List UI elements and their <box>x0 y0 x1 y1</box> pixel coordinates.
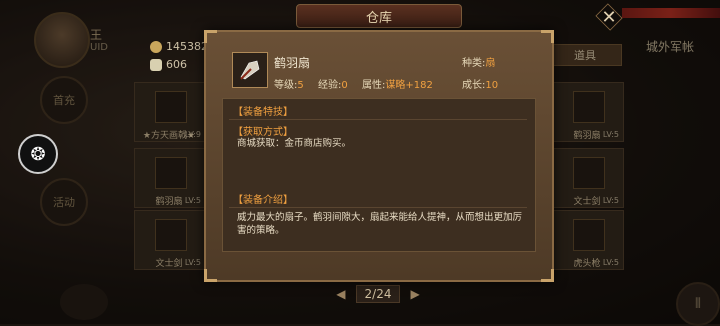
ingot-icon <box>150 58 162 71</box>
bottom-left-button[interactable] <box>60 284 108 320</box>
item-name: 鹤羽扇 <box>274 56 311 70</box>
item-growth: 成长:10 <box>462 80 499 91</box>
player-avatar[interactable] <box>34 12 90 68</box>
close-button[interactable]: ✕ <box>596 6 622 28</box>
close-icon: ✕ <box>601 6 617 28</box>
source-text: 商城获取：金币商店购买。 <box>237 138 352 149</box>
player-uid-label: UID <box>90 42 108 53</box>
frame-corner <box>204 30 217 43</box>
item-attribute: 属性:谋略+182 <box>362 80 433 91</box>
item-level: 等级:5 <box>274 80 304 91</box>
item-description-panel: 【装备特技】 【获取方式】 商城获取：金币商店购买。 【装备介绍】 威力最大的扇… <box>222 98 536 252</box>
item-exp: 经验:0 <box>318 80 348 91</box>
item-kind: 种类:扇 <box>462 58 496 69</box>
ingot-amount: 606 <box>166 58 187 71</box>
prev-page-icon[interactable]: ◀ <box>336 287 345 301</box>
menu-icon: ⦀ <box>694 296 702 312</box>
item-thumb-icon <box>573 219 605 251</box>
next-page-icon[interactable]: ▶ <box>410 287 419 301</box>
frame-corner <box>204 269 217 282</box>
activity-button[interactable]: 活动 <box>40 178 88 226</box>
frame-corner <box>541 30 554 43</box>
tab-items[interactable]: 道具 <box>548 44 622 66</box>
skill-section-title: 【装备特技】 <box>233 107 293 118</box>
page-indicator: ◀ 2/24 ▶ <box>336 285 420 303</box>
intro-section-title: 【装备介绍】 <box>233 195 293 206</box>
item-detail-modal: 鹤羽扇 种类:扇 等级:5 经验:0 属性:谋略+182 成长:10 【装备特技… <box>204 30 554 282</box>
menu-button[interactable]: ⦀ <box>676 282 720 326</box>
tab-outside-camp[interactable]: 城外军帐 <box>646 38 694 55</box>
fan-icon <box>232 52 268 88</box>
item-thumb-icon <box>155 219 187 251</box>
item-thumb-icon <box>573 91 605 123</box>
ingot-resource: 606 <box>150 58 187 71</box>
window-title: 仓库 <box>296 4 462 28</box>
floating-assistant-button[interactable]: ❂ <box>18 134 58 174</box>
divider <box>229 207 527 208</box>
item-thumb-icon <box>155 91 187 123</box>
divider <box>229 119 527 120</box>
intro-text: 威力最大的扇子。鹤羽间隙大，扇起来能给人提神，从而想出更加厉害的策略。 <box>237 212 523 236</box>
player-name: 王 <box>90 28 103 42</box>
item-thumb-icon <box>573 157 605 189</box>
coin-icon <box>150 40 162 53</box>
frame-corner <box>541 269 554 282</box>
item-thumb-icon <box>155 157 187 189</box>
first-charge-button[interactable]: 首充 <box>40 76 88 124</box>
decorative-rope <box>622 8 720 18</box>
source-section-title: 【获取方式】 <box>233 127 293 138</box>
